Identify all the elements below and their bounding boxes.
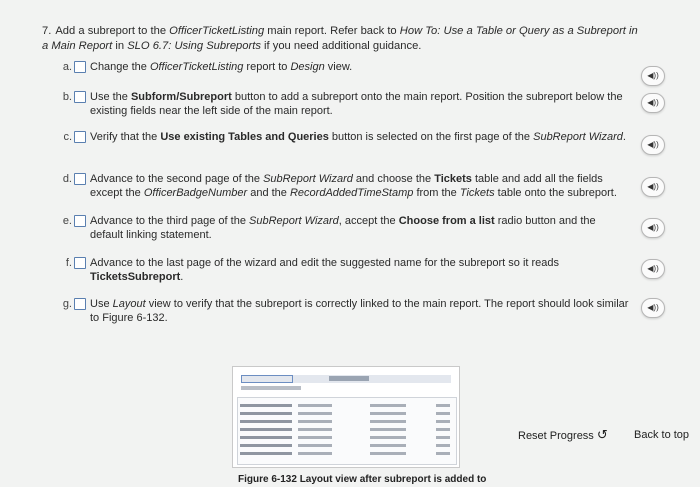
intro-text: if you need additional guidance.	[260, 40, 422, 52]
step-checkbox[interactable]	[74, 215, 86, 227]
thumbnail-officer-tag	[241, 375, 293, 383]
step-checkbox[interactable]	[74, 131, 86, 143]
intro-text: in	[112, 40, 128, 52]
step-checkbox[interactable]	[74, 91, 86, 103]
audio-icon[interactable]: ◀))	[641, 135, 665, 155]
step-text: Change the OfficerTicketListing report t…	[90, 61, 353, 73]
step-checkbox[interactable]	[74, 173, 86, 185]
intro-text: main report. Refer back to	[264, 25, 400, 37]
audio-icon[interactable]: ◀))	[641, 218, 665, 238]
thumbnail-row	[240, 436, 454, 439]
figure-thumbnail	[232, 366, 460, 468]
step-checkbox[interactable]	[74, 257, 86, 269]
audio-icon[interactable]: ◀))	[641, 298, 665, 318]
step-checkbox[interactable]	[74, 61, 86, 73]
thumbnail-row	[240, 452, 454, 455]
intro-slo-ref: SLO 6.7: Using Subreports	[127, 40, 261, 52]
audio-icon[interactable]: ◀))	[641, 93, 665, 113]
instruction-intro: 7. Add a subreport to the OfficerTicketLi…	[42, 24, 642, 54]
step-checkbox[interactable]	[74, 298, 86, 310]
step-letter: g.	[62, 298, 72, 310]
thumbnail-header	[241, 375, 451, 383]
reset-progress-label: Reset Progress	[518, 430, 594, 442]
step-text: Advance to the second page of the SubRep…	[90, 173, 617, 199]
step-letter: e.	[62, 215, 72, 227]
step-letter: a.	[62, 61, 72, 73]
step-text: Advance to the third page of the SubRepo…	[90, 215, 596, 241]
back-to-top-link[interactable]: Back to top	[634, 428, 689, 442]
step-letter: b.	[62, 91, 72, 103]
step-letter: c.	[63, 131, 72, 143]
thumbnail-row	[240, 444, 454, 447]
thumbnail-subreport-grid	[237, 397, 457, 465]
step-text: Use Layout view to verify that the subre…	[90, 298, 629, 324]
undo-icon: ↺	[596, 427, 608, 442]
audio-icon[interactable]: ◀))	[641, 66, 665, 86]
thumbnail-date	[329, 376, 369, 381]
step-letter: f.	[65, 257, 72, 269]
step-letter: d.	[62, 173, 72, 185]
step-text: Use the Subform/Subreport button to add …	[90, 91, 623, 117]
intro-report-name: OfficerTicketListing	[169, 25, 265, 37]
figure-caption: Figure 6-132 Layout view after subreport…	[238, 474, 487, 485]
reset-progress-button[interactable]: Reset Progress ↺	[518, 428, 608, 443]
thumbnail-row	[240, 420, 454, 423]
intro-text: Add a subreport to the	[55, 25, 170, 37]
thumbnail-row	[240, 412, 454, 415]
assignment-page: 7. Add a subreport to the OfficerTicketLi…	[0, 0, 700, 487]
audio-icon[interactable]: ◀))	[641, 259, 665, 279]
thumbnail-row	[240, 404, 454, 407]
step-text: Advance to the last page of the wizard a…	[90, 257, 560, 283]
step-text: Verify that the Use existing Tables and …	[90, 131, 626, 143]
audio-icon[interactable]: ◀))	[641, 177, 665, 197]
thumbnail-subtitle	[241, 386, 301, 390]
thumbnail-row	[240, 428, 454, 431]
instruction-number: 7.	[42, 25, 52, 37]
